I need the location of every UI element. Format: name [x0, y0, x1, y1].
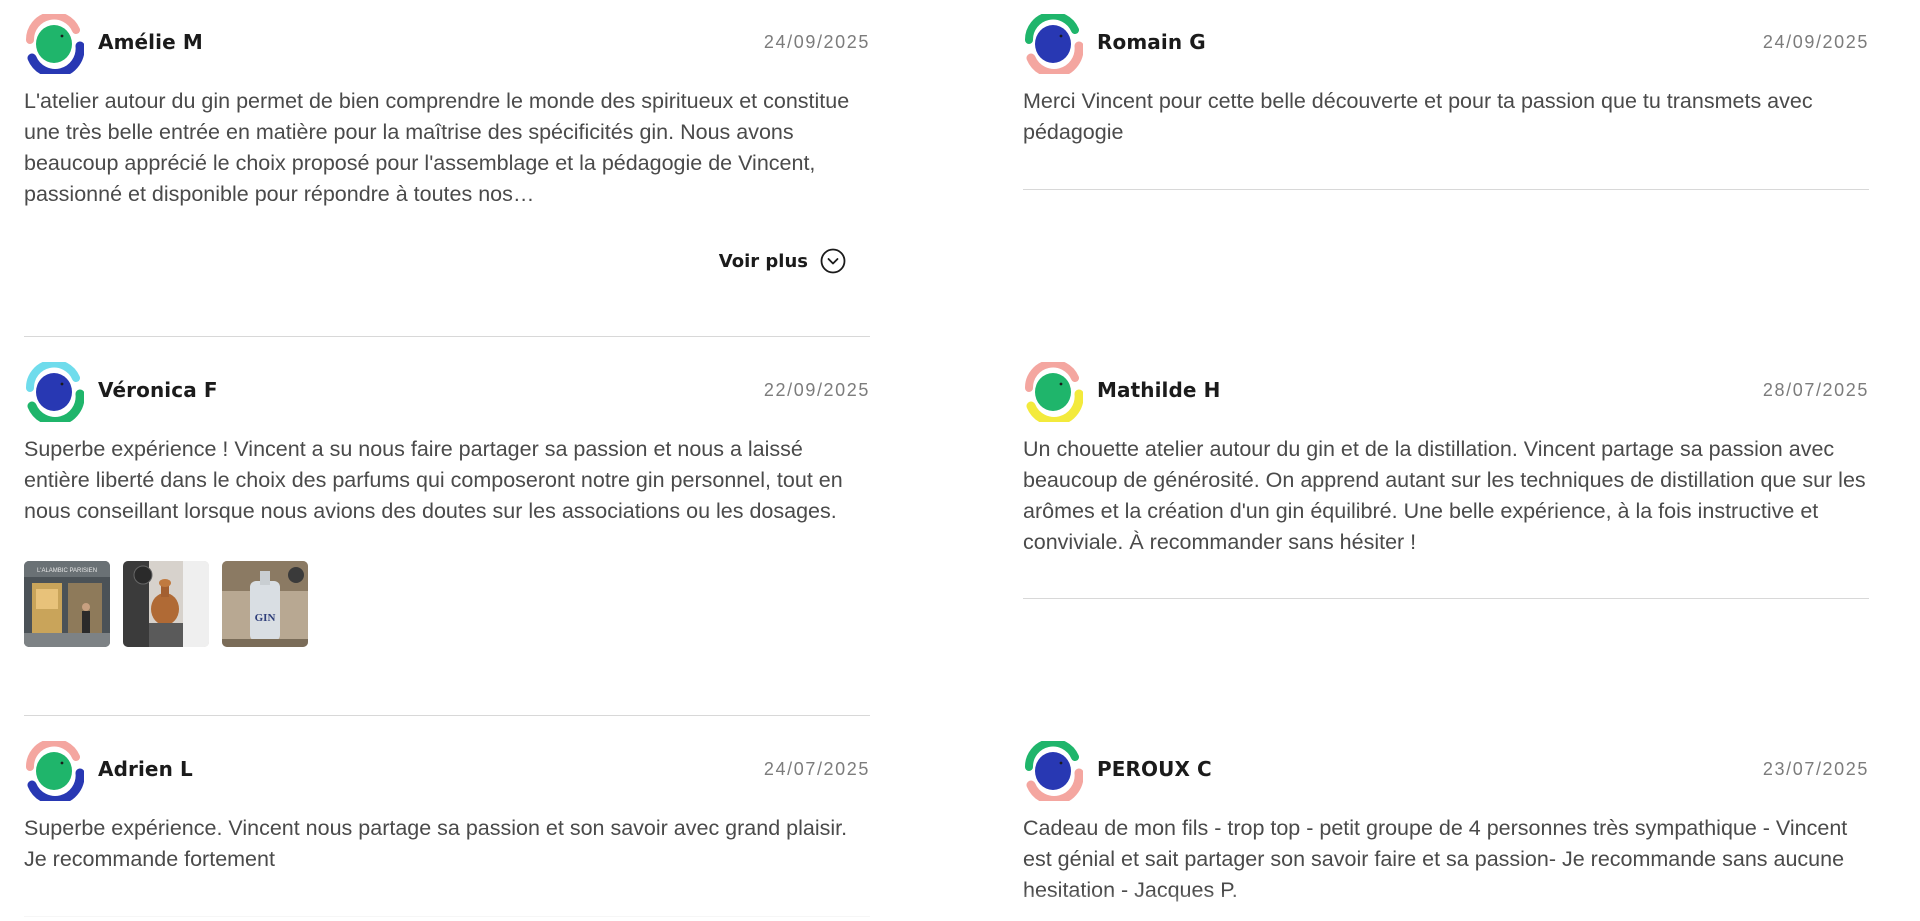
divider	[1023, 189, 1869, 190]
divider	[24, 336, 870, 337]
review-date: 28/07/2025	[1762, 380, 1869, 400]
review-card: Mathilde H 28/07/2025 Un chouette atelie…	[1023, 362, 1869, 558]
gin-label-text: GIN	[255, 612, 276, 624]
review-card: PEROUX C 23/07/2025 Cadeau de mon fils -…	[1023, 741, 1869, 906]
voir-plus-label: Voir plus	[718, 250, 808, 272]
review-date: 24/09/2025	[763, 32, 870, 52]
review-date: 24/09/2025	[1762, 32, 1869, 52]
divider	[1023, 598, 1869, 599]
review-card: Véronica F 22/09/2025 Superbe expérience…	[24, 362, 870, 647]
review-card: Amélie M 24/09/2025 L'atelier autour du …	[24, 14, 870, 288]
avatar	[24, 741, 84, 801]
review-date: 24/07/2025	[763, 759, 870, 779]
photo-thumbnail-gin-bottle[interactable]: GIN	[222, 561, 308, 647]
avatar	[1023, 362, 1083, 422]
review-text: Superbe expérience. Vincent nous partage…	[24, 816, 848, 871]
photo-thumbnail-storefront[interactable]: L'ALAMBIC PARISIEN	[24, 561, 110, 647]
review-text: Merci Vincent pour cette belle découvert…	[1023, 89, 1813, 144]
voir-plus-button[interactable]: Voir plus	[719, 248, 846, 274]
review-date: 23/07/2025	[1762, 759, 1869, 779]
reviewer-name: Mathilde H	[1097, 378, 1221, 402]
reviewer-name: Amélie M	[98, 30, 203, 54]
review-header: Véronica F 22/09/2025	[24, 362, 870, 424]
review-card: Romain G 24/09/2025 Merci Vincent pour c…	[1023, 14, 1869, 148]
chevron-down-circle-icon	[820, 248, 846, 274]
reviews-grid: Amélie M 24/09/2025 L'atelier autour du …	[0, 0, 1920, 921]
review-text: L'atelier autour du gin permet de bien c…	[24, 89, 850, 206]
review-header: Adrien L 24/07/2025	[24, 741, 870, 803]
review-card: Adrien L 24/07/2025 Superbe expérience. …	[24, 741, 870, 875]
review-photos: L'ALAMBIC PARISIEN GIN	[24, 561, 870, 647]
review-text: Un chouette atelier autour du gin et de …	[1023, 437, 1866, 554]
avatar	[1023, 14, 1083, 74]
review-header: Amélie M 24/09/2025	[24, 14, 870, 76]
review-header: Mathilde H 28/07/2025	[1023, 362, 1869, 424]
reviewer-name: Véronica F	[98, 378, 218, 402]
divider	[24, 916, 870, 917]
photo-thumbnail-distillery[interactable]	[123, 561, 209, 647]
review-header: PEROUX C 23/07/2025	[1023, 741, 1869, 803]
avatar	[24, 14, 84, 74]
review-header: Romain G 24/09/2025	[1023, 14, 1869, 76]
reviewer-name: PEROUX C	[1097, 757, 1212, 781]
review-date: 22/09/2025	[763, 380, 870, 400]
avatar	[24, 362, 84, 422]
storefront-sign-text: L'ALAMBIC PARISIEN	[37, 568, 97, 574]
divider	[24, 715, 870, 716]
reviewer-name: Romain G	[1097, 30, 1206, 54]
review-text: Cadeau de mon fils - trop top - petit gr…	[1023, 816, 1848, 902]
avatar	[1023, 741, 1083, 801]
reviewer-name: Adrien L	[98, 757, 193, 781]
review-text: Superbe expérience ! Vincent a su nous f…	[24, 437, 843, 523]
